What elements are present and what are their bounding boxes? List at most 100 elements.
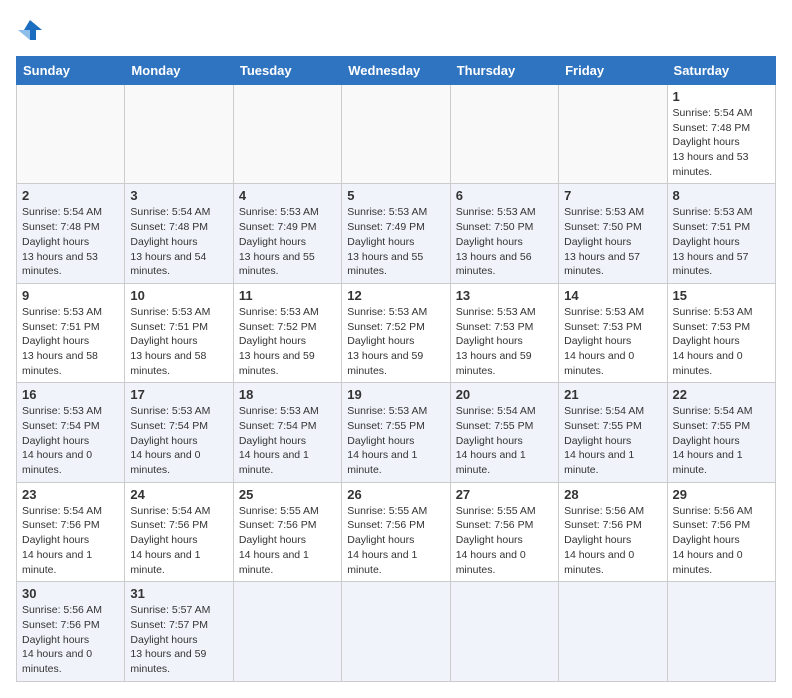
day-number: 5	[347, 188, 444, 203]
day-detail: Sunrise: 5:53 AMSunset: 7:51 PMDaylight …	[130, 305, 227, 378]
day-detail: Sunrise: 5:53 AMSunset: 7:54 PMDaylight …	[22, 404, 119, 477]
day-number: 15	[673, 288, 770, 303]
day-number: 12	[347, 288, 444, 303]
calendar-cell	[450, 85, 558, 184]
calendar-cell: 10 Sunrise: 5:53 AMSunset: 7:51 PMDayligh…	[125, 283, 233, 382]
day-number: 17	[130, 387, 227, 402]
day-number: 6	[456, 188, 553, 203]
calendar-cell	[342, 582, 450, 681]
calendar-cell: 5 Sunrise: 5:53 AMSunset: 7:49 PMDaylight…	[342, 184, 450, 283]
calendar-cell: 29Sunrise: 5:56 AMSunset: 7:56 PMDayligh…	[667, 482, 775, 581]
day-detail: Sunrise: 5:56 AMSunset: 7:56 PMDaylight …	[673, 504, 770, 577]
calendar-week-row: 23 Sunrise: 5:54 AMSunset: 7:56 PMDayligh…	[17, 482, 776, 581]
day-detail: Sunrise: 5:54 AMSunset: 7:55 PMDaylight …	[673, 404, 770, 477]
calendar-cell: 31Sunrise: 5:57 AMSunset: 7:57 PMDayligh…	[125, 582, 233, 681]
calendar-day-header: Friday	[559, 57, 667, 85]
day-detail: Sunrise: 5:53 AMSunset: 7:50 PMDaylight …	[564, 205, 661, 278]
day-number: 11	[239, 288, 336, 303]
calendar-cell: 2Sunrise: 5:54 AMSunset: 7:48 PMDaylight…	[17, 184, 125, 283]
day-detail: Sunrise: 5:53 AMSunset: 7:54 PMDaylight …	[130, 404, 227, 477]
calendar-cell: 21Sunrise: 5:54 AMSunset: 7:55 PMDayligh…	[559, 383, 667, 482]
day-detail: Sunrise: 5:53 AMSunset: 7:52 PMDaylight …	[347, 305, 444, 378]
calendar-day-header: Sunday	[17, 57, 125, 85]
day-detail: Sunrise: 5:55 AMSunset: 7:56 PMDaylight …	[239, 504, 336, 577]
day-detail: Sunrise: 5:55 AMSunset: 7:56 PMDaylight …	[347, 504, 444, 577]
calendar-cell: 8 Sunrise: 5:53 AMSunset: 7:51 PMDaylight…	[667, 184, 775, 283]
page-header	[16, 16, 776, 44]
calendar-cell: 22 Sunrise: 5:54 AMSunset: 7:55 PMDayligh…	[667, 383, 775, 482]
calendar-cell: 4 Sunrise: 5:53 AMSunset: 7:49 PMDaylight…	[233, 184, 341, 283]
day-number: 22	[673, 387, 770, 402]
day-number: 31	[130, 586, 227, 601]
day-number: 9	[22, 288, 119, 303]
day-detail: Sunrise: 5:53 AMSunset: 7:53 PMDaylight …	[456, 305, 553, 378]
calendar-day-header: Tuesday	[233, 57, 341, 85]
calendar-cell: 30Sunrise: 5:56 AMSunset: 7:56 PMDayligh…	[17, 582, 125, 681]
logo-icon	[16, 16, 44, 44]
day-number: 14	[564, 288, 661, 303]
day-detail: Sunrise: 5:53 AMSunset: 7:50 PMDaylight …	[456, 205, 553, 278]
day-detail: Sunrise: 5:53 AMSunset: 7:51 PMDaylight …	[673, 205, 770, 278]
day-detail: Sunrise: 5:53 AMSunset: 7:49 PMDaylight …	[239, 205, 336, 278]
calendar-cell: 1Sunrise: 5:54 AMSunset: 7:48 PMDaylight…	[667, 85, 775, 184]
calendar-cell	[559, 85, 667, 184]
calendar-cell: 7 Sunrise: 5:53 AMSunset: 7:50 PMDaylight…	[559, 184, 667, 283]
day-detail: Sunrise: 5:56 AMSunset: 7:56 PMDaylight …	[22, 603, 119, 676]
calendar-week-row: 1Sunrise: 5:54 AMSunset: 7:48 PMDaylight…	[17, 85, 776, 184]
day-detail: Sunrise: 5:54 AMSunset: 7:48 PMDaylight …	[22, 205, 119, 278]
day-number: 19	[347, 387, 444, 402]
calendar-cell: 16 Sunrise: 5:53 AMSunset: 7:54 PMDayligh…	[17, 383, 125, 482]
calendar-cell	[450, 582, 558, 681]
calendar-cell: 14Sunrise: 5:53 AMSunset: 7:53 PMDayligh…	[559, 283, 667, 382]
calendar-week-row: 30Sunrise: 5:56 AMSunset: 7:56 PMDayligh…	[17, 582, 776, 681]
day-detail: Sunrise: 5:53 AMSunset: 7:55 PMDaylight …	[347, 404, 444, 477]
day-number: 7	[564, 188, 661, 203]
calendar-cell	[233, 582, 341, 681]
day-detail: Sunrise: 5:53 AMSunset: 7:49 PMDaylight …	[347, 205, 444, 278]
calendar-header-row: SundayMondayTuesdayWednesdayThursdayFrid…	[17, 57, 776, 85]
calendar-cell: 25Sunrise: 5:55 AMSunset: 7:56 PMDayligh…	[233, 482, 341, 581]
day-number: 18	[239, 387, 336, 402]
day-detail: Sunrise: 5:53 AMSunset: 7:54 PMDaylight …	[239, 404, 336, 477]
calendar-cell	[233, 85, 341, 184]
day-number: 26	[347, 487, 444, 502]
calendar-cell	[342, 85, 450, 184]
calendar-cell: 15 Sunrise: 5:53 AMSunset: 7:53 PMDayligh…	[667, 283, 775, 382]
calendar-cell: 24 Sunrise: 5:54 AMSunset: 7:56 PMDayligh…	[125, 482, 233, 581]
calendar-cell: 27Sunrise: 5:55 AMSunset: 7:56 PMDayligh…	[450, 482, 558, 581]
day-number: 3	[130, 188, 227, 203]
day-number: 28	[564, 487, 661, 502]
calendar-cell: 19 Sunrise: 5:53 AMSunset: 7:55 PMDayligh…	[342, 383, 450, 482]
day-number: 23	[22, 487, 119, 502]
calendar-week-row: 2Sunrise: 5:54 AMSunset: 7:48 PMDaylight…	[17, 184, 776, 283]
calendar-cell: 11 Sunrise: 5:53 AMSunset: 7:52 PMDayligh…	[233, 283, 341, 382]
calendar-cell: 23 Sunrise: 5:54 AMSunset: 7:56 PMDayligh…	[17, 482, 125, 581]
day-number: 8	[673, 188, 770, 203]
day-number: 10	[130, 288, 227, 303]
day-number: 24	[130, 487, 227, 502]
day-detail: Sunrise: 5:53 AMSunset: 7:53 PMDaylight …	[673, 305, 770, 378]
calendar-cell: 26 Sunrise: 5:55 AMSunset: 7:56 PMDayligh…	[342, 482, 450, 581]
day-detail: Sunrise: 5:54 AMSunset: 7:55 PMDaylight …	[456, 404, 553, 477]
calendar-cell: 12 Sunrise: 5:53 AMSunset: 7:52 PMDayligh…	[342, 283, 450, 382]
calendar-cell	[667, 582, 775, 681]
calendar-week-row: 16 Sunrise: 5:53 AMSunset: 7:54 PMDayligh…	[17, 383, 776, 482]
day-number: 27	[456, 487, 553, 502]
calendar-cell: 20 Sunrise: 5:54 AMSunset: 7:55 PMDayligh…	[450, 383, 558, 482]
calendar-cell: 28 Sunrise: 5:56 AMSunset: 7:56 PMDayligh…	[559, 482, 667, 581]
day-number: 4	[239, 188, 336, 203]
calendar-day-header: Monday	[125, 57, 233, 85]
day-number: 16	[22, 387, 119, 402]
day-number: 20	[456, 387, 553, 402]
calendar-cell	[17, 85, 125, 184]
calendar-cell: 9 Sunrise: 5:53 AMSunset: 7:51 PMDaylight…	[17, 283, 125, 382]
day-detail: Sunrise: 5:53 AMSunset: 7:52 PMDaylight …	[239, 305, 336, 378]
day-detail: Sunrise: 5:56 AMSunset: 7:56 PMDaylight …	[564, 504, 661, 577]
day-detail: Sunrise: 5:54 AMSunset: 7:56 PMDaylight …	[130, 504, 227, 577]
calendar-cell	[125, 85, 233, 184]
day-number: 1	[673, 89, 770, 104]
calendar-day-header: Wednesday	[342, 57, 450, 85]
day-detail: Sunrise: 5:54 AMSunset: 7:56 PMDaylight …	[22, 504, 119, 577]
day-detail: Sunrise: 5:53 AMSunset: 7:51 PMDaylight …	[22, 305, 119, 378]
logo	[16, 16, 48, 44]
